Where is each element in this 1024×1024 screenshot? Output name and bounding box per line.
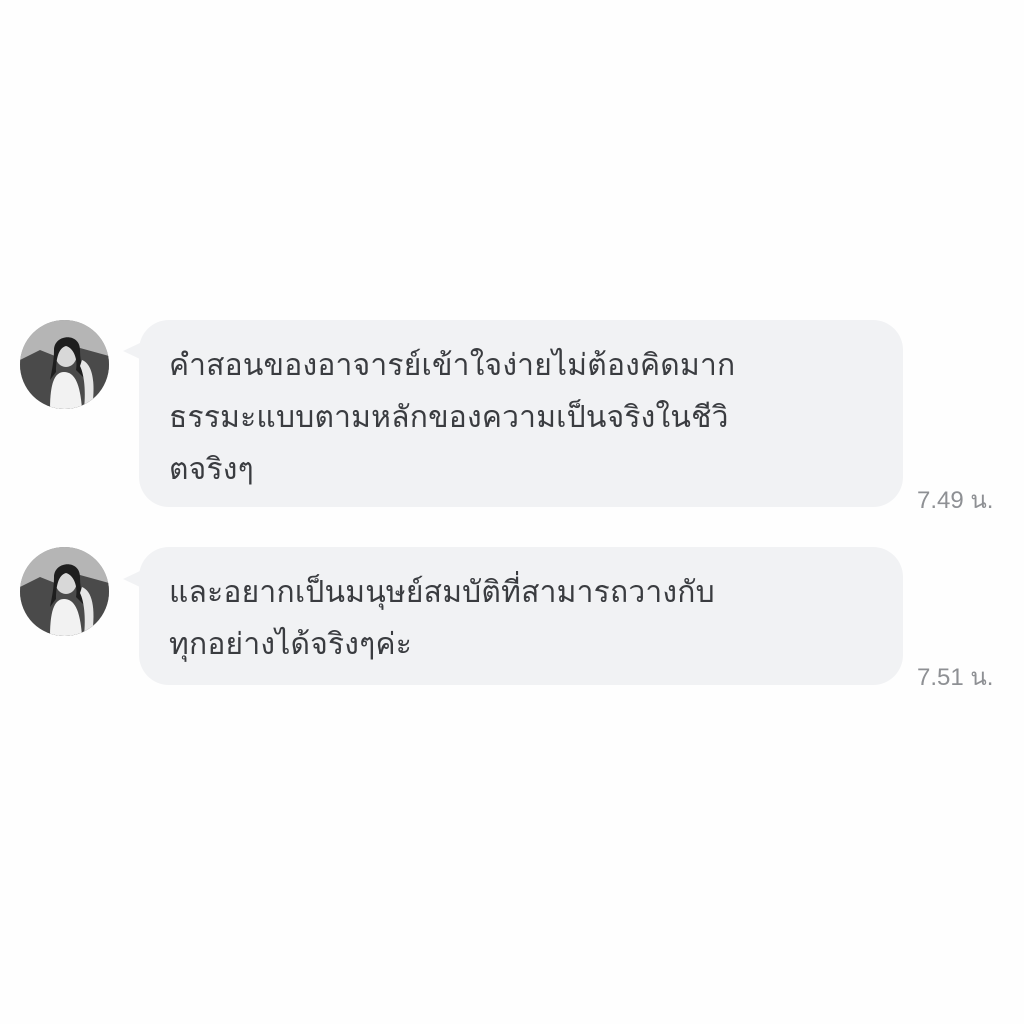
profile-photo-icon [20, 547, 109, 636]
message-text: คำสอนของอาจารย์เข้าใจง่ายไม่ต้องคิดมาก ธ… [169, 348, 736, 487]
message-bubble[interactable]: คำสอนของอาจารย์เข้าใจง่ายไม่ต้องคิดมาก ธ… [139, 320, 903, 507]
message-text: และอยากเป็นมนุษย์สมบัติที่สามารถวางกับ ท… [169, 575, 715, 662]
message-timestamp: 7.49 น. [917, 487, 994, 514]
message-bubble[interactable]: และอยากเป็นมนุษย์สมบัติที่สามารถวางกับ ท… [139, 547, 903, 685]
bubble-tail [123, 343, 140, 359]
avatar[interactable] [20, 547, 109, 636]
bubble-tail [123, 571, 140, 587]
message-timestamp: 7.51 น. [917, 664, 994, 691]
avatar[interactable] [20, 320, 109, 409]
profile-photo-icon [20, 320, 109, 409]
